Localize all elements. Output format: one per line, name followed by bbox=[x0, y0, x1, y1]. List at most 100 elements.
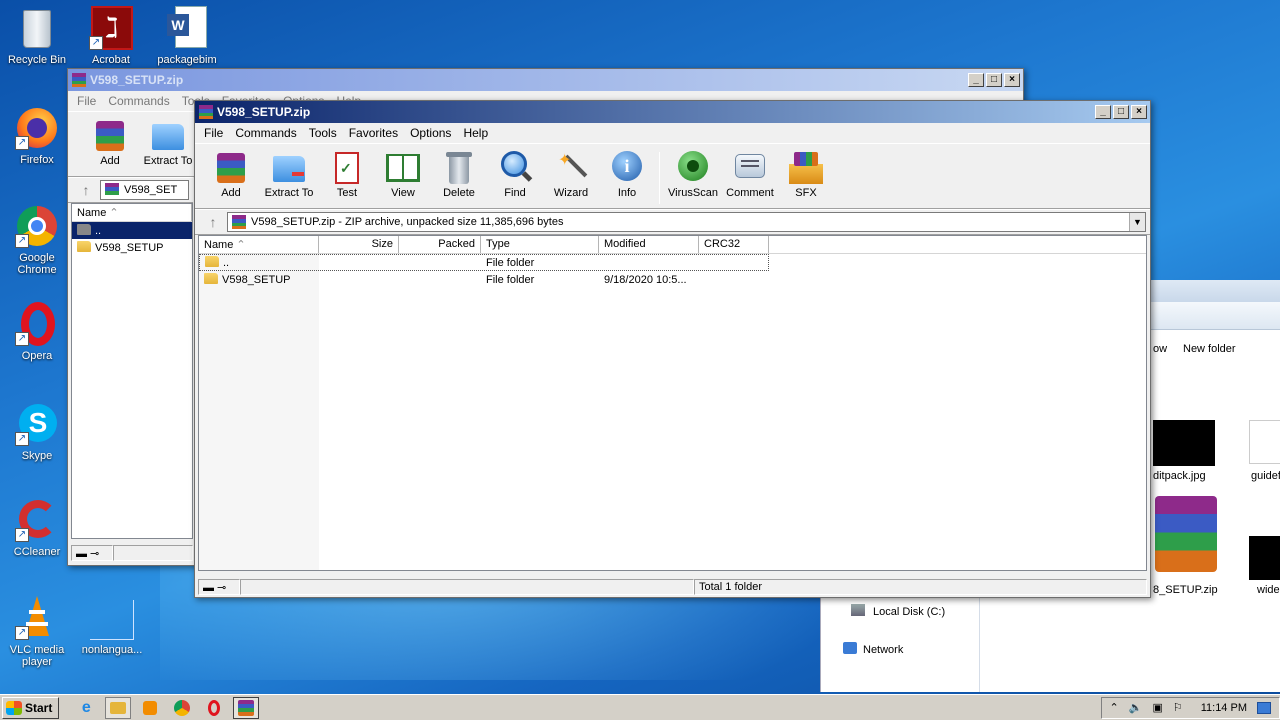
extract-to-button[interactable]: Extract To bbox=[138, 116, 198, 167]
list-header: Name ⌃ Size Packed Type Modified CRC32 bbox=[199, 236, 1146, 254]
desktop-icon-nonlangua[interactable]: nonlangua... bbox=[74, 600, 150, 656]
chevron-down-icon[interactable]: ▼ bbox=[1129, 213, 1145, 231]
add-label: Add bbox=[100, 155, 120, 167]
sfx-button[interactable]: SFX bbox=[778, 148, 834, 199]
menu-commands[interactable]: Commands bbox=[103, 92, 174, 110]
maximize-button[interactable]: □ bbox=[1113, 105, 1129, 119]
desktop-icon-label: nonlangua... bbox=[81, 644, 143, 656]
show-desktop-icon[interactable] bbox=[1257, 701, 1271, 714]
info-label: Info bbox=[617, 187, 637, 199]
opera-taskbar-icon[interactable] bbox=[201, 697, 227, 719]
menu-help[interactable]: Help bbox=[458, 124, 493, 142]
file-thumbnail bbox=[1249, 536, 1280, 580]
table-row[interactable]: .. File folder bbox=[199, 254, 769, 271]
clock[interactable]: 11:14 PM bbox=[1201, 702, 1247, 714]
desktop-icon-skype[interactable]: S ↗ Skype bbox=[0, 402, 74, 462]
test-button[interactable]: ✓ Test bbox=[319, 148, 375, 199]
file-list[interactable]: Name ⌃ .. V598_SETUP bbox=[71, 203, 193, 539]
network-tray-icon[interactable]: ▣ bbox=[1152, 701, 1162, 714]
info-button[interactable]: i Info bbox=[599, 148, 655, 199]
file-label[interactable]: guidef bbox=[1251, 470, 1280, 482]
address-bar[interactable]: V598_SETUP.zip - ZIP archive, unpacked s… bbox=[227, 212, 1146, 232]
chrome-taskbar-icon[interactable] bbox=[169, 697, 195, 719]
minimize-button[interactable]: _ bbox=[968, 73, 984, 87]
delete-button[interactable]: Delete bbox=[431, 148, 487, 199]
title-bar[interactable]: V598_SETUP.zip _ □ × bbox=[195, 101, 1150, 123]
file-list[interactable]: Name ⌃ Size Packed Type Modified CRC32 .… bbox=[198, 235, 1147, 571]
desktop-icon-firefox[interactable]: ↗ Firefox bbox=[0, 106, 74, 166]
new-folder-button[interactable]: New folder bbox=[1183, 343, 1236, 355]
desktop-icon-chrome[interactable]: ↗ Google Chrome bbox=[0, 204, 74, 276]
winrar-taskbar-icon[interactable] bbox=[233, 696, 260, 719]
menu-file[interactable]: File bbox=[72, 92, 101, 110]
wizard-button[interactable]: ✦ Wizard bbox=[543, 148, 599, 199]
desktop-icon-recycle-bin[interactable]: Recycle Bin bbox=[0, 6, 74, 66]
address-bar[interactable]: V598_SET bbox=[100, 180, 189, 200]
ie-icon[interactable]: e bbox=[73, 697, 99, 719]
view-button[interactable]: View bbox=[375, 148, 431, 199]
list-item[interactable]: V598_SETUP bbox=[72, 239, 192, 256]
column-header-modified[interactable]: Modified bbox=[599, 236, 699, 253]
menu-commands[interactable]: Commands bbox=[230, 124, 301, 142]
view-label: View bbox=[391, 187, 415, 199]
nav-network[interactable]: Network bbox=[863, 644, 903, 656]
toolbar-separator bbox=[659, 152, 660, 204]
firefox-icon: ↗ bbox=[15, 106, 59, 150]
test-label: Test bbox=[336, 187, 358, 199]
desktop-icon-ccleaner[interactable]: ↗ CCleaner bbox=[0, 498, 74, 558]
winrar-window[interactable]: V598_SETUP.zip _ □ × File Commands Tools… bbox=[194, 100, 1151, 598]
find-button[interactable]: Find bbox=[487, 148, 543, 199]
up-arrow-icon[interactable]: ↑ bbox=[72, 182, 100, 198]
file-label[interactable]: ditpack.jpg bbox=[1153, 470, 1206, 482]
shortcut-arrow-icon: ↗ bbox=[15, 432, 29, 446]
window-title: V598_SETUP.zip bbox=[217, 105, 311, 119]
title-bar[interactable]: V598_SETUP.zip _ □ × bbox=[68, 69, 1023, 91]
action-center-flag-icon[interactable]: ⚐ bbox=[1173, 701, 1183, 714]
address-text: V598_SETUP.zip - ZIP archive, unpacked s… bbox=[251, 216, 564, 228]
drive-key-icon[interactable]: ▬ ⊸ bbox=[198, 579, 240, 595]
file-icon bbox=[90, 600, 134, 640]
list-item[interactable]: .. bbox=[72, 222, 192, 239]
opera-icon: ↗ bbox=[15, 302, 59, 346]
desktop-icon-label: Opera bbox=[21, 350, 53, 362]
add-button[interactable]: Add bbox=[203, 148, 259, 199]
column-header-packed[interactable]: Packed bbox=[399, 236, 481, 253]
file-label[interactable]: 8_SETUP.zip bbox=[1153, 584, 1218, 596]
virusscan-button[interactable]: VirusScan bbox=[664, 148, 722, 199]
column-header-crc32[interactable]: CRC32 bbox=[699, 236, 769, 253]
desktop-icon-vlc[interactable]: ↗ VLC media player bbox=[0, 596, 74, 668]
nav-local-disk[interactable]: Local Disk (C:) bbox=[873, 606, 945, 618]
extract-to-button[interactable]: Extract To bbox=[259, 148, 319, 199]
close-button[interactable]: × bbox=[1131, 105, 1147, 119]
column-header-size[interactable]: Size bbox=[319, 236, 399, 253]
add-button[interactable]: Add bbox=[82, 116, 138, 167]
volume-icon[interactable]: 🔈 bbox=[1129, 701, 1143, 714]
tray-expand-icon[interactable]: ⌃ bbox=[1110, 701, 1119, 714]
close-button[interactable]: × bbox=[1004, 73, 1020, 87]
table-row[interactable]: V598_SETUP File folder 9/18/2020 10:5... bbox=[199, 271, 1146, 288]
file-thumbnail bbox=[1249, 420, 1280, 464]
start-button[interactable]: Start bbox=[2, 696, 60, 719]
explorer-taskbar-icon[interactable] bbox=[105, 696, 132, 719]
folder-icon bbox=[204, 273, 218, 284]
explorer-toolbar-item[interactable]: ow bbox=[1153, 343, 1167, 355]
menu-favorites[interactable]: Favorites bbox=[344, 124, 403, 142]
menu-bar: File Commands Tools Favorites Options He… bbox=[195, 123, 1150, 143]
up-arrow-icon[interactable]: ↑ bbox=[199, 214, 227, 230]
media-player-icon[interactable] bbox=[137, 697, 163, 719]
desktop-icon-opera[interactable]: ↗ Opera bbox=[0, 302, 74, 362]
menu-options[interactable]: Options bbox=[405, 124, 456, 142]
menu-file[interactable]: File bbox=[199, 124, 228, 142]
maximize-button[interactable]: □ bbox=[986, 73, 1002, 87]
shortcut-arrow-icon: ↗ bbox=[89, 36, 103, 50]
column-header-name[interactable]: Name ⌃ bbox=[199, 236, 319, 253]
menu-tools[interactable]: Tools bbox=[304, 124, 342, 142]
desktop-icon-acrobat[interactable]: ℷ ↗ Acrobat bbox=[74, 6, 148, 66]
comment-button[interactable]: Comment bbox=[722, 148, 778, 199]
view-book-icon bbox=[386, 150, 420, 184]
minimize-button[interactable]: _ bbox=[1095, 105, 1111, 119]
column-header-name[interactable]: Name ⌃ bbox=[72, 204, 192, 221]
file-label[interactable]: wide bbox=[1257, 584, 1280, 596]
column-header-type[interactable]: Type bbox=[481, 236, 599, 253]
desktop-icon-packagebim[interactable]: W packagebim bbox=[150, 6, 224, 66]
